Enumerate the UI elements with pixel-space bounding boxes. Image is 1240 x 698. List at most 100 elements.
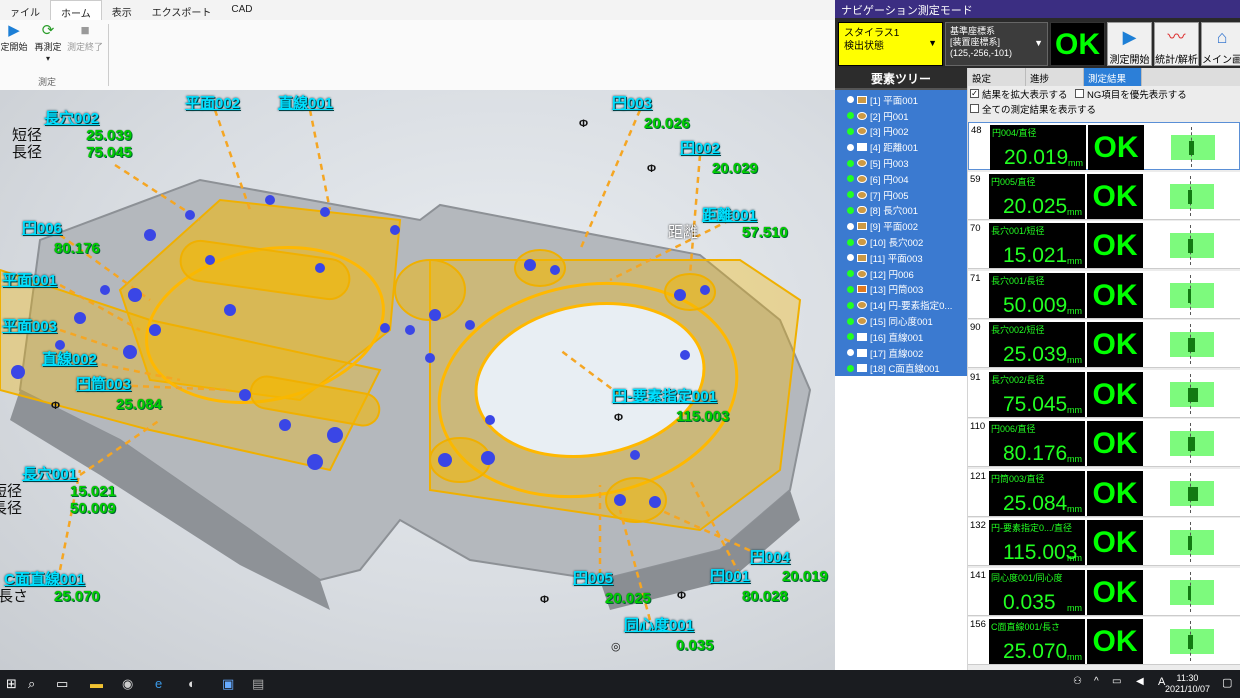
label-circle-element001[interactable]: 円-要素指定001 115.003	[612, 388, 729, 425]
circle-icon	[857, 127, 867, 136]
tree-title: 要素ツリー	[835, 68, 967, 90]
notification-icon[interactable]: ▢	[1222, 676, 1232, 689]
show-all-results-checkbox[interactable]: 全ての測定結果を表示する	[968, 101, 1240, 116]
battery-icon[interactable]: ▭	[1112, 676, 1121, 687]
start-icon[interactable]: ⊞	[6, 676, 17, 692]
tree-item[interactable]: [6] 円004	[835, 171, 967, 187]
concentricity-symbol: ◎	[611, 641, 621, 653]
main-screen-button[interactable]: ⌂メイン画面	[1201, 22, 1240, 81]
measurement-app-icon[interactable]: ▤	[252, 676, 264, 692]
result-status: OK	[1087, 520, 1143, 565]
app-icon[interactable]: ◐	[188, 676, 196, 691]
label-plane002[interactable]: 平面002	[185, 95, 240, 112]
tree-item[interactable]: [18] C面直線001	[835, 361, 967, 377]
result-number: 121	[970, 470, 986, 482]
taskbar: ⊞ ⌕ ▭ ▬ ◉ e ◐ ▣ ▤ ⚇ ^ ▭ ◀ A 11:30 2021/10…	[0, 670, 1240, 698]
ng-priority-checkbox[interactable]: NG項目を優先表示する	[1073, 86, 1187, 101]
status-dot	[847, 159, 854, 167]
panel-title: ナビゲーション測定モード	[835, 0, 1240, 18]
tab-view[interactable]: 表示	[102, 0, 142, 20]
result-row[interactable]: 110 円006/直径 80.176 mm OK	[968, 419, 1240, 467]
result-row[interactable]: 90 長穴002/短径 25.039 mm OK	[968, 320, 1240, 368]
app-icon[interactable]: ▣	[222, 676, 234, 692]
label-cylinder003[interactable]: 円筒003 25.084	[76, 376, 162, 413]
circle-icon	[857, 159, 867, 168]
tree-item[interactable]: [2] 円001	[835, 108, 967, 124]
measurement-viewport[interactable]: 長穴002 短径 25.039 長径 75.045 平面002 直線001 円0…	[0, 90, 835, 670]
diameter-symbol: Φ	[677, 590, 687, 602]
tree-item[interactable]: [7] 円005	[835, 187, 967, 203]
tree-item[interactable]: [15] 同心度001	[835, 313, 967, 329]
label-slot001[interactable]: 長穴001 短径15.021 長径50.009	[0, 466, 116, 517]
tab-results[interactable]: 測定結果	[1084, 68, 1142, 86]
result-row[interactable]: 71 長穴001/長径 50.009 mm OK	[968, 270, 1240, 319]
result-row[interactable]: 121 円筒003/直径 25.084 mm OK	[968, 468, 1240, 517]
label-circle005[interactable]: 円005 20.025	[573, 570, 651, 607]
person-icon[interactable]: ⚇	[1073, 676, 1082, 687]
edge-icon[interactable]: e	[155, 676, 162, 691]
tree-item[interactable]: [5] 円003	[835, 155, 967, 171]
diameter-symbol: Φ	[540, 594, 550, 606]
result-number: 59	[970, 173, 981, 185]
tab-settings[interactable]: 設定	[968, 68, 1026, 86]
folder-icon[interactable]: ▬	[90, 676, 103, 691]
statistics-button[interactable]: 〰統計/解析	[1154, 22, 1199, 66]
label-circle006[interactable]: 円006 80.176	[22, 220, 100, 257]
label-plane003[interactable]: 平面003	[2, 318, 57, 335]
label-line001[interactable]: 直線001	[278, 95, 333, 112]
label-circle002[interactable]: 円002 20.029	[680, 140, 758, 177]
end-measure-button[interactable]: ■ 測定終了	[65, 22, 105, 53]
stylus-select[interactable]: スタイラス1 検出状態 ▼	[838, 22, 943, 66]
result-row[interactable]: 141 同心度001/同心度 0.035 mm OK	[968, 567, 1240, 616]
tree-item[interactable]: [9] 平面002	[835, 218, 967, 234]
tab-export[interactable]: エクスポート	[142, 0, 222, 20]
concentricity-icon	[857, 317, 867, 326]
tolerance-bar	[1170, 183, 1214, 209]
tree-item[interactable]: [14] 円-要素指定0...	[835, 297, 967, 313]
tree-item[interactable]: [3] 円002	[835, 124, 967, 140]
tree-item[interactable]: [10] 長穴002	[835, 234, 967, 250]
coordinate-system-select[interactable]: 基準座標系 [装置座標系] (125,-256,-101) ▼	[945, 22, 1048, 66]
search-icon[interactable]: ⌕	[28, 676, 35, 692]
result-row[interactable]: 156 C面直線001/長さ 25.070 mm OK	[968, 617, 1240, 665]
result-row[interactable]: 59 円005/直径 20.025 mm OK	[968, 171, 1240, 220]
enlarge-results-checkbox[interactable]: ✓ 結果を拡大表示する	[968, 86, 1073, 101]
result-row[interactable]: 48 円004/直径 20.019 mm OK	[968, 122, 1240, 170]
tree-item[interactable]: [13] 円筒003	[835, 282, 967, 298]
label-plane001[interactable]: 平面001	[2, 272, 57, 289]
remeasure-button[interactable]: ⟳ 再測定 ▾	[28, 22, 68, 63]
options-row: ✓ 結果を拡大表示する NG項目を優先表示する	[968, 86, 1240, 101]
result-value: 25.039	[1003, 343, 1068, 366]
result-row[interactable]: 70 長穴001/短径 15.021 mm OK	[968, 221, 1240, 269]
tab-progress[interactable]: 進捗	[1026, 68, 1084, 86]
tree-item[interactable]: [4] 距離001	[835, 139, 967, 155]
clock[interactable]: 11:30 2021/10/07	[1165, 673, 1210, 695]
result-row[interactable]: 132 円-要素指定0.../直径 115.003 mm OK	[968, 518, 1240, 566]
tree-item[interactable]: [8] 長穴001	[835, 203, 967, 219]
tree-item[interactable]: [11] 平面003	[835, 250, 967, 266]
app-icon[interactable]: ◉	[122, 676, 133, 692]
tab-home[interactable]: ホーム	[50, 0, 102, 20]
result-row[interactable]: 91 長穴002/長径 75.045 mm OK	[968, 369, 1240, 418]
tree-item[interactable]: [12] 円006	[835, 266, 967, 282]
tree-item[interactable]: [17] 直線002	[835, 345, 967, 361]
label-chamfer-line001[interactable]: C面直線001 長さ 25.070	[0, 571, 100, 605]
label-circle003[interactable]: 円003 20.026	[612, 95, 690, 132]
start-measure-button[interactable]: ▶ 測定開始	[1107, 22, 1152, 66]
volume-icon[interactable]: ◀	[1136, 676, 1144, 687]
label-slot002[interactable]: 長穴002 短径 25.039 長径 75.045	[12, 110, 132, 161]
label-distance001[interactable]: 距離001 距離 57.510	[668, 207, 788, 241]
label-circle001[interactable]: 円001 80.028	[710, 568, 788, 605]
tab-file[interactable]: ァイル	[0, 0, 50, 20]
label-line002[interactable]: 直線002	[42, 351, 97, 368]
tree-item[interactable]: [16] 直線001	[835, 329, 967, 345]
result-unit: mm	[1067, 404, 1082, 415]
tab-cad[interactable]: CAD	[221, 0, 262, 20]
result-unit: mm	[1067, 454, 1082, 464]
overall-status: OK	[1050, 22, 1105, 66]
tree-item[interactable]: [1] 平面001	[835, 92, 967, 108]
task-view-icon[interactable]: ▭	[56, 676, 68, 692]
chevron-up-icon[interactable]: ^	[1094, 676, 1099, 687]
navigation-panel: ナビゲーション測定モード スタイラス1 検出状態 ▼ 基準座標系 [装置座標系]…	[835, 0, 1240, 670]
label-concentricity001[interactable]: 同心度001 0.035	[624, 617, 714, 654]
